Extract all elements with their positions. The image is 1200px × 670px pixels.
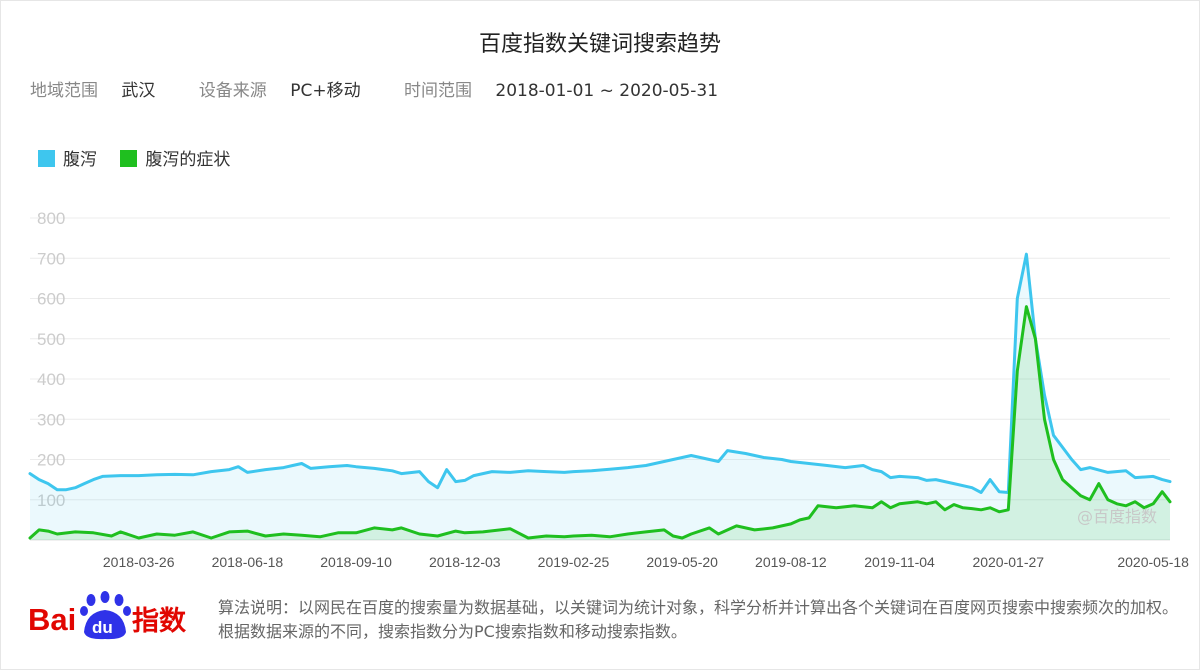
region-value[interactable]: 武汉	[121, 81, 155, 101]
legend-label-series2: 腹泻的症状	[145, 150, 231, 170]
legend-swatch-series2	[120, 150, 138, 167]
y-tick-label: 500	[37, 330, 65, 349]
legend-label-series1: 腹泻	[63, 150, 97, 170]
logo-bai-text: Bai	[28, 602, 76, 637]
x-tick-label: 2018-06-18	[212, 554, 284, 570]
x-tick-label: 2020-05-18	[1117, 554, 1189, 570]
x-tick-label: 2019-02-25	[538, 554, 610, 570]
watermark: @百度指数	[1077, 507, 1157, 526]
time-range-value[interactable]: 2018-01-01 ~ 2020-05-31	[495, 81, 718, 101]
baidu-index-logo: Bai du 指数	[28, 590, 208, 644]
x-tick-label: 2019-05-20	[646, 554, 718, 570]
legend-item-series2[interactable]: 腹泻的症状	[120, 145, 230, 170]
y-tick-label: 300	[37, 410, 65, 429]
chart-legend: 腹泻 腹泻的症状	[38, 145, 248, 170]
device-label: 设备来源	[198, 81, 267, 101]
time-label: 时间范围	[404, 81, 472, 101]
device-value[interactable]: PC+移动	[290, 81, 360, 101]
baidu-logo-graphic: Bai du 指数	[28, 591, 187, 640]
logo-zhishu-text: 指数	[132, 606, 187, 637]
x-tick-label: 2018-09-10	[320, 554, 392, 570]
y-tick-label: 600	[37, 290, 65, 309]
x-tick-label: 2018-03-26	[103, 554, 175, 570]
legend-swatch-series1	[38, 150, 55, 167]
logo-du-text: du	[92, 618, 113, 637]
x-tick-label: 2019-08-12	[755, 554, 827, 570]
y-tick-label: 200	[37, 451, 65, 470]
trend-chart: 1002003004005006007008002018-03-262018-0…	[28, 209, 1189, 570]
legend-item-series1[interactable]: 腹泻	[38, 145, 97, 170]
y-tick-label: 400	[37, 370, 65, 389]
series-area-1	[30, 254, 1170, 540]
page-title: 百度指数关键词搜索趋势	[478, 32, 721, 57]
filter-bar: 地域范围 武汉 设备来源 PC+移动 时间范围 2018-01-01 ~ 202…	[30, 76, 756, 101]
series-line-1	[28, 252, 1172, 494]
y-tick-label: 700	[37, 249, 65, 268]
y-tick-label: 800	[37, 209, 65, 228]
x-tick-label: 2018-12-03	[429, 554, 501, 570]
x-tick-label: 2019-11-04	[864, 554, 935, 570]
algorithm-note: 算法说明：以网民在百度的搜索量为数据基础，以关键词为统计对象，科学分析并计算出各…	[218, 598, 1179, 641]
x-tick-label: 2020-01-27	[972, 554, 1044, 570]
region-label: 地域范围	[30, 81, 98, 101]
